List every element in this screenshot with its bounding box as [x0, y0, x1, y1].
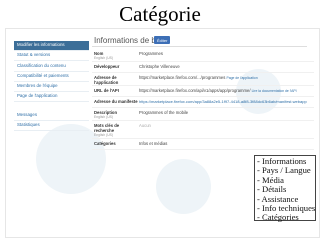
- field-label: Mots clés de recherche: [94, 123, 120, 133]
- field-row-api-url: URL de l'API https://marketplace.firefox…: [92, 86, 314, 97]
- app-page-link[interactable]: Page de l'application: [227, 76, 258, 80]
- sidebar-item-messages[interactable]: Messages: [14, 111, 89, 122]
- field-value: https://marketplace.firefox.com/api/v1/a…: [139, 88, 251, 93]
- summary-item-categories: - Catégories: [257, 212, 299, 223]
- main-content: Informations de base Éditer Nom English (…: [92, 35, 314, 150]
- field-row-app-address: Adresse de l'application https://marketp…: [92, 73, 314, 86]
- edit-button[interactable]: Éditer: [154, 36, 171, 44]
- sidebar: Modifier les informations Statut & versi…: [14, 41, 89, 132]
- field-value: Infos et médias: [139, 141, 168, 146]
- field-value: Christophe Villeneuve: [139, 64, 180, 69]
- sidebar-item-compatibility[interactable]: Compatibilité et paiements: [14, 72, 89, 82]
- field-value: Programmes of the mobile: [139, 110, 189, 115]
- field-sublabel: English (US): [94, 56, 114, 60]
- section-header: Informations de base Éditer: [92, 35, 314, 49]
- field-label: Adresse de l'application: [94, 75, 119, 85]
- field-row-manifest: Adresse du manifeste https://marketplace…: [92, 97, 314, 108]
- field-value: https://marketplace.firefox.com/.../prog…: [139, 75, 226, 80]
- field-value: Programmes: [139, 51, 163, 56]
- sidebar-item-app-page[interactable]: Page de l'application: [14, 92, 89, 103]
- field-value: Aucun: [139, 123, 151, 128]
- sidebar-item-stats[interactable]: Statistiques: [14, 121, 89, 132]
- api-doc-link[interactable]: Lire la documentation de l'API: [252, 89, 297, 93]
- sidebar-item-classification[interactable]: Classification du contenu: [14, 61, 89, 72]
- field-row-description: Description English (US) Programmes of th…: [92, 108, 314, 121]
- header-divider: [92, 46, 307, 47]
- background-bubble: [156, 159, 211, 214]
- field-sublabel: English (US): [94, 133, 114, 137]
- sidebar-item-team[interactable]: Membres de l'équipe: [14, 82, 89, 92]
- field-row-name: Nom English (US) Programmes: [92, 49, 314, 62]
- field-row-developer: Développeur Christophe Villeneuve: [92, 62, 314, 73]
- field-label: Catégories: [94, 141, 116, 146]
- field-row-keywords: Mots clés de recherche English (US) Aucun: [92, 121, 314, 139]
- sidebar-item-edit-info[interactable]: Modifier les informations: [14, 41, 89, 52]
- field-row-categories: Catégories Infos et médias: [92, 139, 314, 150]
- slide-title: Catégorie: [119, 2, 201, 26]
- field-label: URL de l'API: [94, 88, 119, 93]
- sidebar-item-status[interactable]: Statut & versions: [14, 51, 89, 62]
- manifest-link[interactable]: https://marketplace.firefox.com/app/3a88…: [139, 99, 307, 104]
- field-label: Adresse du manifeste: [94, 99, 138, 104]
- field-sublabel: English (US): [94, 115, 114, 119]
- field-label: Développeur: [94, 64, 120, 69]
- summary-list-box: - Informations - Pays / Langue - Média -…: [254, 155, 316, 223]
